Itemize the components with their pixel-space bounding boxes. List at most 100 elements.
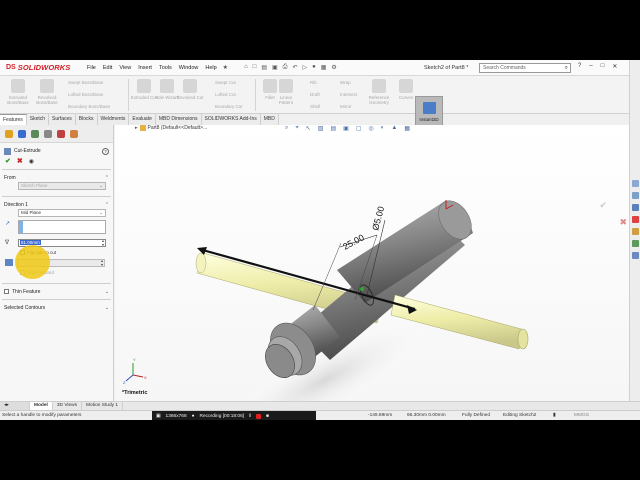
print-icon[interactable]: ⎙ bbox=[283, 64, 288, 71]
sketch-point[interactable] bbox=[360, 287, 364, 291]
pin-icon[interactable]: ★ bbox=[223, 64, 228, 71]
revolved-cut-button[interactable]: Revolved Cut bbox=[176, 79, 204, 100]
wrap-button[interactable]: Wrap bbox=[340, 80, 351, 85]
feature-manager-icon[interactable] bbox=[5, 129, 13, 138]
chevron-down-icon[interactable]: ⌄ bbox=[105, 289, 109, 295]
tab-3d-views[interactable]: 3D Views bbox=[53, 402, 83, 410]
tab-motion-study[interactable]: Motion Study 1 bbox=[82, 402, 124, 410]
linear-pattern-button[interactable]: Linear Pattern bbox=[272, 79, 300, 105]
direction1-group-header[interactable]: Direction 1 ⌃ bbox=[0, 200, 113, 209]
close-icon[interactable]: ✕ bbox=[612, 63, 617, 70]
spinner-arrows-icon[interactable]: ▴ ▾ bbox=[102, 238, 104, 247]
chevron-up-icon[interactable]: ⌃ bbox=[105, 202, 109, 208]
lofted-cut-button[interactable]: Lofted Cut bbox=[215, 92, 236, 97]
search-commands-input[interactable]: Search Commands ⌕ bbox=[479, 63, 571, 73]
thin-feature-checkbox[interactable] bbox=[4, 289, 9, 294]
home-icon[interactable]: ⌂ bbox=[244, 64, 248, 71]
chevron-up-icon[interactable]: ⌃ bbox=[105, 175, 109, 181]
thin-feature-group-header[interactable]: Thin Feature ⌄ bbox=[0, 287, 113, 296]
shell-button[interactable]: Shell bbox=[310, 104, 320, 109]
reference-geometry-button[interactable]: Reference Geometry bbox=[365, 79, 393, 105]
direction-arrow-icon[interactable]: ↗ bbox=[5, 220, 18, 227]
tab-blocks[interactable]: Blocks bbox=[75, 114, 98, 125]
forum-icon[interactable] bbox=[632, 252, 639, 259]
model-viewport[interactable]: 25.00 Ø5.00 Y X Z bbox=[115, 125, 629, 406]
rebuild-icon[interactable]: ▮ bbox=[553, 413, 556, 418]
lofted-boss-button[interactable]: Lofted Boss/Base bbox=[68, 92, 103, 97]
boundary-cut-button[interactable]: Boundary Cut bbox=[215, 104, 243, 109]
status-units[interactable]: MMGS bbox=[574, 413, 589, 418]
recorder-monitor-icon[interactable]: ▣ bbox=[156, 414, 161, 419]
save-icon[interactable]: ▣ bbox=[272, 64, 278, 71]
rebuild-icon[interactable]: ● bbox=[312, 64, 316, 71]
swept-cut-button[interactable]: Swept Cut bbox=[215, 80, 236, 85]
search-icon[interactable]: ⌕ bbox=[565, 64, 568, 72]
selected-contours-group-header[interactable]: Selected Contours ⌄ bbox=[0, 303, 113, 312]
file-explorer-icon[interactable] bbox=[632, 204, 639, 211]
open-icon[interactable]: ▤ bbox=[261, 64, 267, 71]
select-icon[interactable]: ▷ bbox=[303, 64, 308, 71]
dimension-25[interactable]: 25.00 bbox=[341, 232, 366, 251]
menu-file[interactable]: File bbox=[87, 65, 96, 71]
menu-edit[interactable]: Edit bbox=[103, 65, 112, 71]
chevron-down-icon[interactable]: ⌄ bbox=[105, 305, 109, 311]
configuration-manager-icon[interactable] bbox=[31, 129, 39, 138]
new-icon[interactable]: □ bbox=[253, 64, 257, 71]
help-icon[interactable]: ? bbox=[578, 63, 581, 70]
dimxpert-icon[interactable] bbox=[44, 129, 52, 138]
recorder-mic-icon[interactable]: ● bbox=[192, 414, 195, 419]
menu-insert[interactable]: Insert bbox=[138, 65, 152, 71]
tab-features[interactable]: Features bbox=[0, 114, 27, 125]
ok-button[interactable]: ✔ bbox=[5, 157, 11, 165]
menu-window[interactable]: Window bbox=[179, 65, 199, 71]
from-select[interactable]: Sketch Plane ⌄ bbox=[18, 182, 106, 190]
menu-help[interactable]: Help bbox=[205, 65, 216, 71]
draft-icon[interactable] bbox=[5, 259, 13, 266]
intersect-button[interactable]: Intersect bbox=[340, 92, 357, 97]
confirm-check-icon[interactable]: ✔ bbox=[599, 200, 607, 211]
preview-eye-icon[interactable]: ◉ bbox=[29, 158, 34, 165]
end-condition-select[interactable]: Mid Plane ⌄ bbox=[18, 209, 106, 217]
custom-properties-icon[interactable] bbox=[632, 240, 639, 247]
menu-tools[interactable]: Tools bbox=[159, 65, 172, 71]
display-manager-icon[interactable] bbox=[57, 129, 65, 138]
graphics-area[interactable]: ▸ Part8 (Default<<Default>... ⌕ ⌖ ↖ ▧ ▤ … bbox=[115, 125, 629, 406]
property-manager-icon[interactable] bbox=[18, 129, 26, 138]
tab-surfaces[interactable]: Surfaces bbox=[49, 114, 76, 125]
scroll-arrows[interactable]: ◂▸ bbox=[0, 402, 30, 410]
undo-icon[interactable]: ↶ bbox=[292, 64, 297, 71]
spinner-arrows-icon[interactable]: ▴ ▾ bbox=[101, 258, 103, 267]
tab-evaluate[interactable]: Evaluate bbox=[129, 114, 156, 125]
tab-weldments[interactable]: Weldments bbox=[97, 114, 130, 125]
view-palette-icon[interactable] bbox=[632, 216, 639, 223]
help-icon[interactable]: ? bbox=[102, 147, 109, 155]
minimize-icon[interactable]: – bbox=[589, 63, 592, 70]
tab-mbd[interactable]: MBD bbox=[260, 114, 279, 125]
options-icon[interactable]: ⚙ bbox=[331, 64, 336, 71]
tab-addins[interactable]: SOLIDWORKS Add-Ins bbox=[201, 114, 261, 125]
recorder-pause-icon[interactable]: ‖ bbox=[249, 414, 251, 419]
dimension-diameter[interactable]: Ø5.00 bbox=[370, 205, 386, 231]
swept-boss-button[interactable]: Swept Boss/Base bbox=[68, 80, 103, 85]
restore-icon[interactable]: □ bbox=[601, 63, 605, 70]
design-library-icon[interactable] bbox=[632, 192, 639, 199]
rib-button[interactable]: Rib bbox=[310, 80, 317, 85]
confirm-cancel-icon[interactable]: ✖ bbox=[619, 217, 627, 228]
appearances-icon[interactable] bbox=[632, 228, 639, 235]
file-properties-icon[interactable]: ▦ bbox=[321, 64, 327, 71]
cancel-button[interactable]: ✖ bbox=[17, 157, 23, 165]
recorder-camera-icon[interactable]: ■ bbox=[266, 414, 269, 419]
solidworks-logo[interactable]: DS SOLIDWORKS bbox=[0, 63, 82, 72]
menu-view[interactable]: View bbox=[119, 65, 131, 71]
mirror-button[interactable]: Mirror bbox=[340, 104, 352, 109]
tab-mbd-dimensions[interactable]: MBD Dimensions bbox=[155, 114, 202, 125]
tab-model[interactable]: Model bbox=[30, 402, 53, 410]
appearance-icon[interactable] bbox=[70, 129, 78, 138]
from-group-header[interactable]: From ⌃ bbox=[0, 173, 113, 182]
extruded-boss-button[interactable]: Extruded Boss/Base bbox=[4, 79, 32, 105]
direction-selection-box[interactable] bbox=[18, 220, 106, 234]
recorder-stop-icon[interactable] bbox=[256, 413, 262, 419]
revolved-boss-button[interactable]: Revolved Boss/Base bbox=[33, 79, 61, 105]
tab-sketch[interactable]: Sketch bbox=[26, 114, 50, 125]
boundary-boss-button[interactable]: Boundary Boss/Base bbox=[68, 104, 110, 109]
